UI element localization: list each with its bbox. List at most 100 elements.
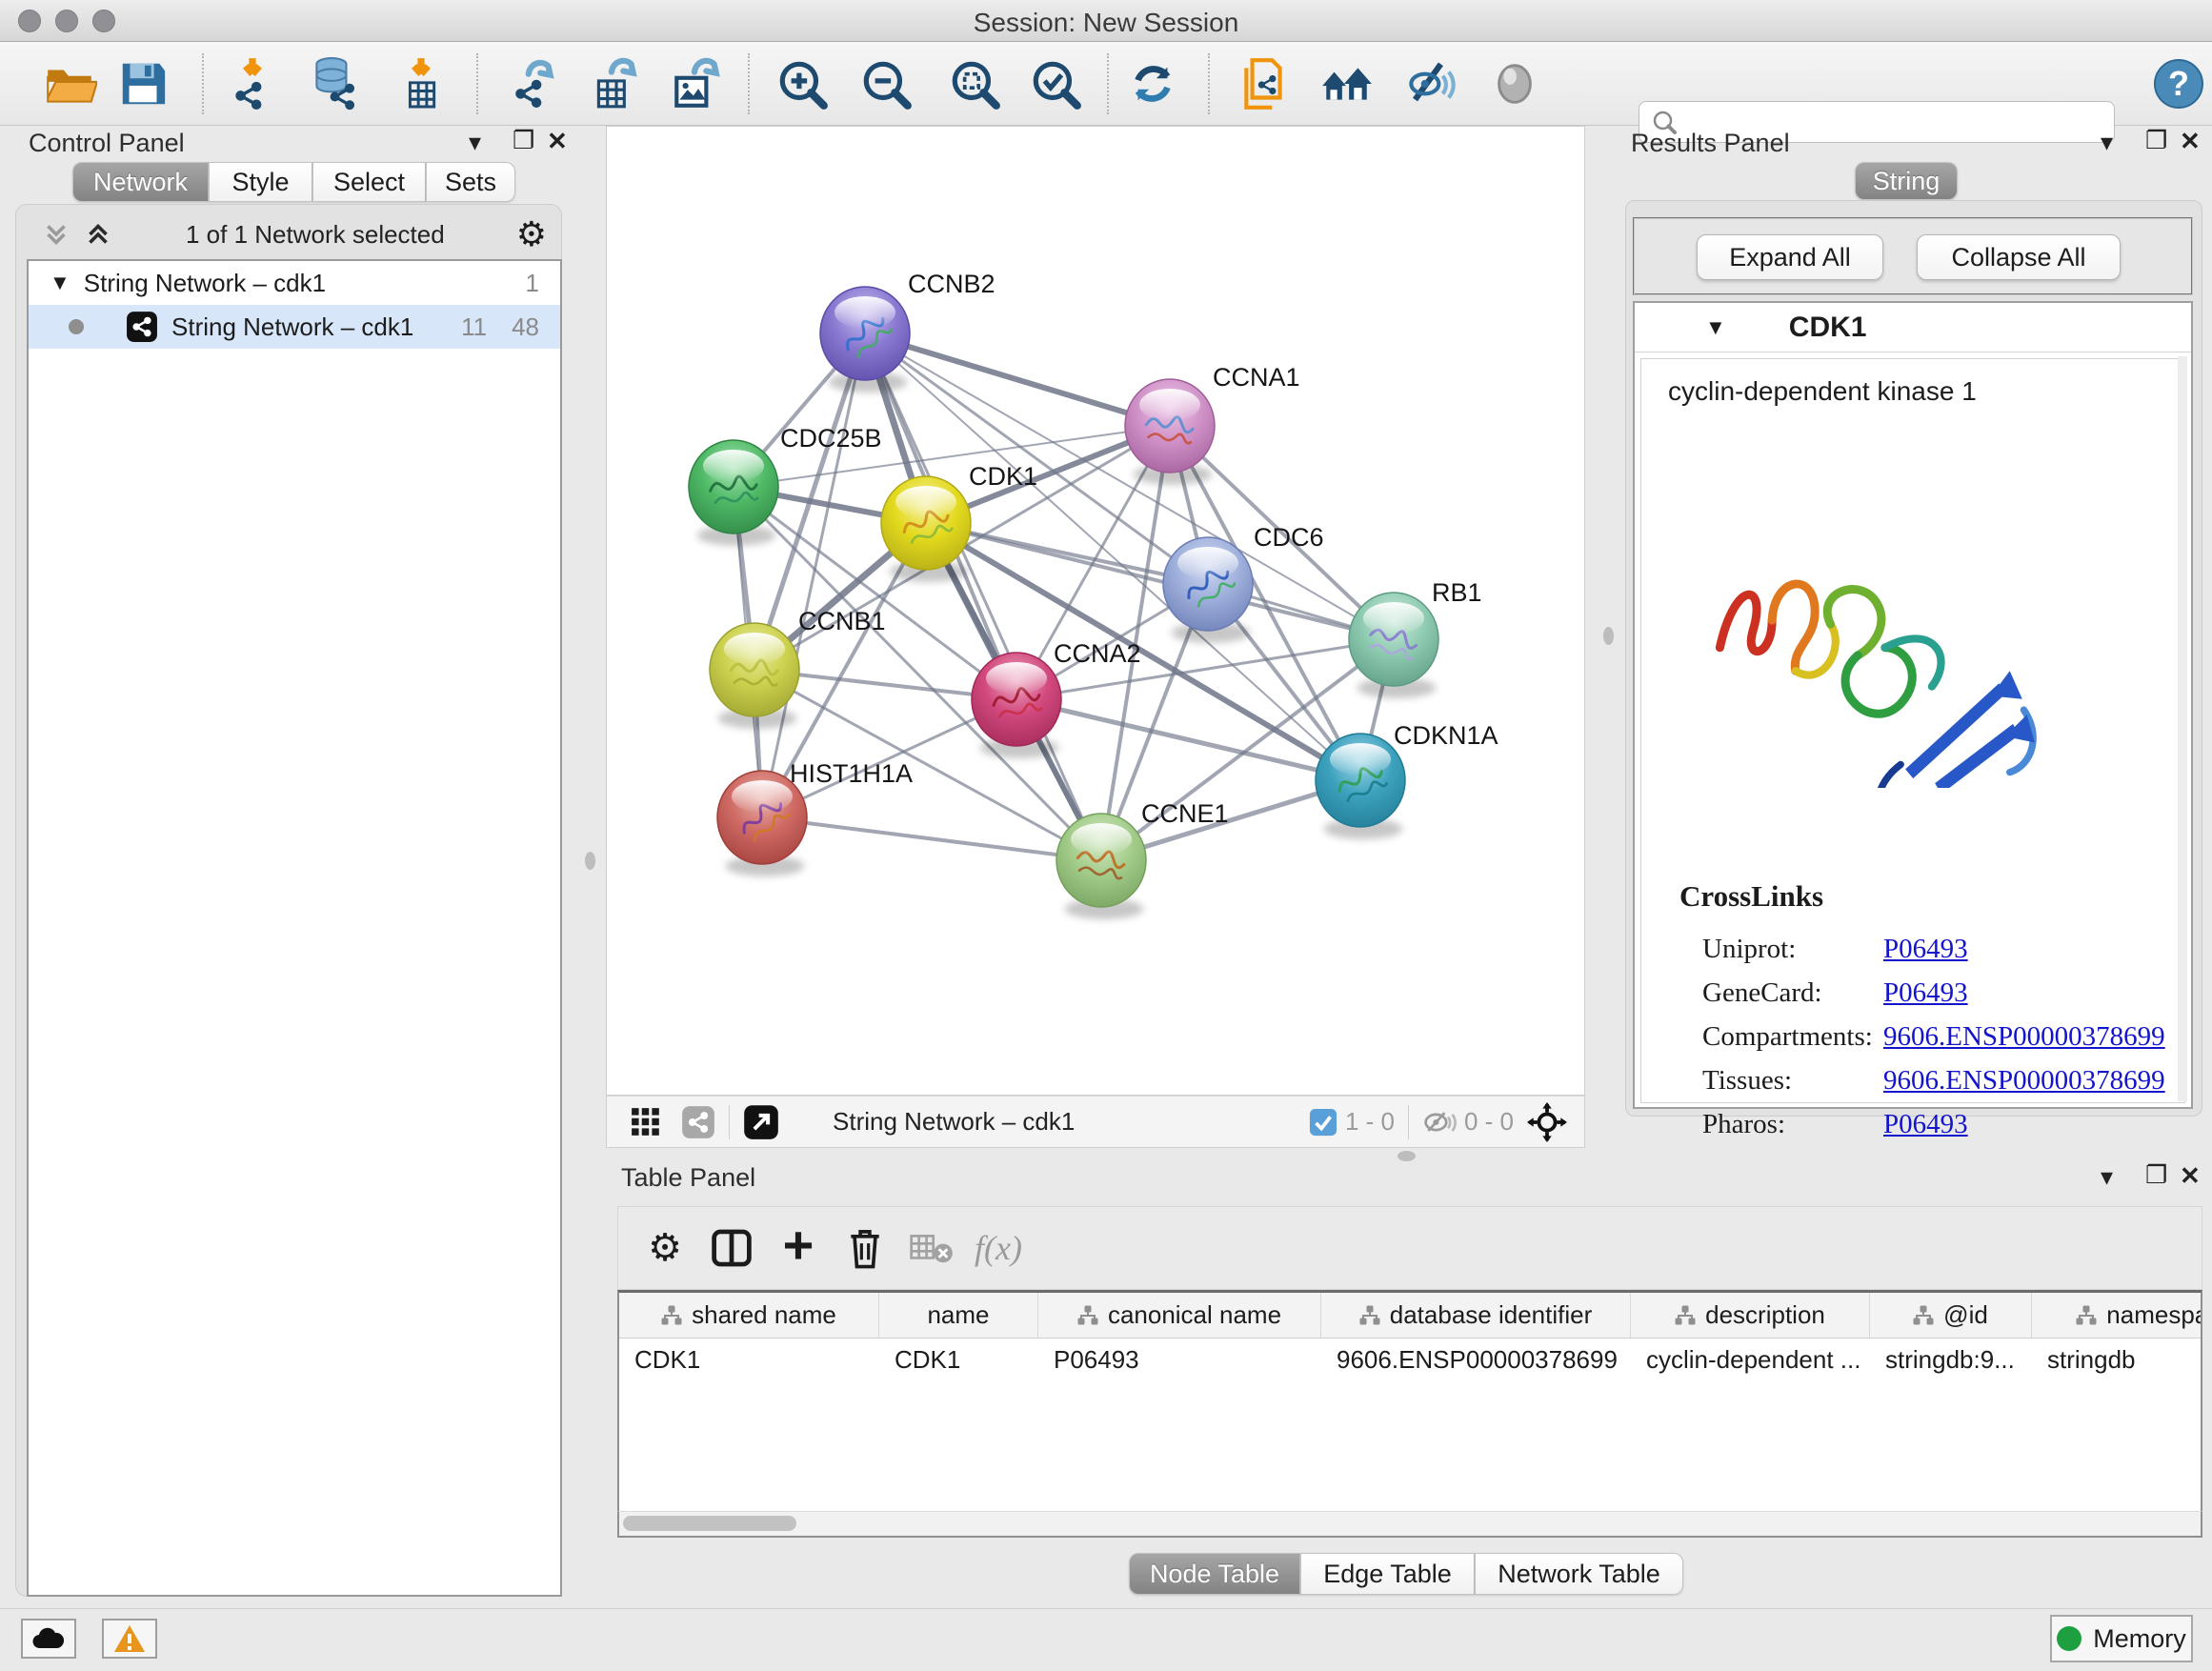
export-image-button[interactable] (666, 53, 727, 114)
export-view-icon[interactable] (743, 1104, 779, 1140)
fit-content-crosshair-icon[interactable] (1527, 1102, 1567, 1142)
tab-node-table[interactable]: Node Table (1129, 1553, 1300, 1595)
network-collection-row[interactable]: ▼ String Network – cdk1 1 (29, 261, 560, 305)
column-header-description[interactable]: description (1631, 1293, 1870, 1338)
save-session-button[interactable] (112, 53, 173, 114)
cell-name[interactable]: CDK1 (879, 1339, 1038, 1380)
add-column-icon[interactable]: + (765, 1219, 832, 1277)
export-network-button[interactable] (504, 53, 565, 114)
crosslink-link[interactable]: P06493 (1883, 934, 1968, 965)
cloud-status-button[interactable] (21, 1619, 76, 1659)
node-CCNA1[interactable] (1125, 379, 1215, 485)
column-header-@id[interactable]: @id (1870, 1293, 2032, 1338)
warning-status-button[interactable] (102, 1619, 157, 1659)
node-CCNB2[interactable] (820, 287, 910, 393)
column-label: name (927, 1300, 989, 1330)
delete-table-icon[interactable] (898, 1219, 965, 1277)
export-table-button[interactable] (585, 53, 646, 114)
expand-all-networks-icon[interactable] (82, 218, 114, 251)
column-header-shared-name[interactable]: shared name (619, 1293, 879, 1338)
float-panel-icon[interactable]: ❐ (2145, 1162, 2167, 1187)
import-table-button[interactable] (391, 53, 452, 114)
table-row[interactable]: CDK1CDK1P064939606.ENSP00000378699cyclin… (619, 1339, 2201, 1380)
zoom-selected-button[interactable] (1025, 53, 1086, 114)
cell-@id[interactable]: stringdb:9... (1870, 1339, 2032, 1380)
crosslink-link[interactable]: 9606.ENSP00000378699 (1883, 1065, 2165, 1097)
cell-shared-name[interactable]: CDK1 (619, 1339, 879, 1380)
right-splitter-handle[interactable] (1603, 627, 1614, 645)
refresh-button[interactable] (1122, 53, 1183, 114)
float-panel-icon[interactable]: ❐ (2145, 128, 2167, 152)
gray-shell-button[interactable] (1484, 53, 1545, 114)
network-canvas[interactable]: CCNB2CCNA1CDC25BCDK1CDC6RB1CCNB1CCNA2CDK… (606, 126, 1585, 1096)
crosslink-link[interactable]: P06493 (1883, 1109, 1968, 1140)
node-CCNE1[interactable] (1056, 814, 1146, 919)
node-CDC6[interactable] (1163, 537, 1253, 643)
hidden-count: 0 - 0 (1464, 1107, 1514, 1137)
node-CCNB1[interactable] (710, 623, 799, 729)
tab-style[interactable]: Style (209, 162, 312, 202)
edge-CCNB2-CCNA1[interactable] (865, 333, 1170, 426)
zoom-in-button[interactable] (772, 53, 833, 114)
scrollbar-thumb[interactable] (623, 1516, 796, 1531)
column-header-database-identifier[interactable]: database identifier (1321, 1293, 1631, 1338)
string-home-button[interactable] (1316, 53, 1377, 114)
network-view-icon[interactable] (681, 1105, 715, 1139)
column-header-namespace[interactable]: namespace (2032, 1293, 2202, 1338)
collection-expand-icon[interactable]: ▼ (50, 271, 70, 295)
expand-all-button[interactable]: Expand All (1697, 234, 1883, 280)
table-horizontal-scrollbar[interactable] (617, 1511, 2202, 1538)
float-menu-icon[interactable]: ▾ (469, 130, 481, 154)
zoom-out-button[interactable] (855, 53, 916, 114)
network-options-gear-icon[interactable]: ⚙ (516, 214, 547, 254)
edge-HIST1H1A-CCNE1[interactable] (762, 817, 1101, 860)
cell-namespace[interactable]: stringdb (2032, 1339, 2202, 1380)
cell-description[interactable]: cyclin-dependent ... (1631, 1339, 1870, 1380)
close-panel-icon[interactable]: ✕ (2180, 129, 2201, 153)
show-columns-icon[interactable] (698, 1219, 765, 1277)
tab-sets[interactable]: Sets (426, 162, 515, 202)
gene-header-row[interactable]: ▼ CDK1 (1635, 303, 2191, 352)
column-header-name[interactable]: name (879, 1293, 1038, 1338)
column-header-canonical-name[interactable]: canonical name (1038, 1293, 1321, 1338)
tab-select[interactable]: Select (312, 162, 426, 202)
cell-canonical-name[interactable]: P06493 (1038, 1339, 1321, 1380)
delete-column-icon[interactable] (832, 1219, 898, 1277)
hidden-eye-icon[interactable] (1422, 1108, 1457, 1137)
float-panel-icon[interactable]: ❐ (513, 128, 534, 152)
float-menu-icon[interactable]: ▾ (2101, 130, 2113, 154)
crosslink-link[interactable]: P06493 (1883, 977, 1968, 1009)
zoom-fit-button[interactable] (944, 53, 1005, 114)
collapse-all-button[interactable]: Collapse All (1917, 234, 2121, 280)
node-RB1[interactable] (1349, 593, 1438, 698)
close-panel-icon[interactable]: ✕ (547, 129, 568, 153)
help-button[interactable]: ? (2148, 53, 2209, 114)
node-label-CDC6: CDC6 (1254, 523, 1324, 552)
tab-network[interactable]: Network (72, 162, 209, 202)
tab-network-table[interactable]: Network Table (1475, 1553, 1683, 1595)
clone-network-button[interactable] (1234, 53, 1295, 114)
enhanced-labels-button[interactable] (1398, 53, 1459, 114)
open-session-button[interactable] (39, 53, 100, 114)
node-CDC25B[interactable] (689, 440, 778, 546)
selected-checkbox-icon[interactable] (1309, 1108, 1337, 1137)
results-scrollbar[interactable] (2178, 356, 2187, 1101)
node-CDKN1A[interactable] (1316, 734, 1405, 839)
tab-edge-table[interactable]: Edge Table (1300, 1553, 1475, 1595)
node-CDK1[interactable] (881, 476, 971, 582)
gene-collapse-icon[interactable]: ▼ (1705, 315, 1726, 340)
import-network-button[interactable] (222, 53, 283, 114)
memory-button[interactable]: Memory (2050, 1615, 2193, 1662)
left-splitter-handle[interactable] (585, 852, 595, 870)
close-panel-icon[interactable]: ✕ (2180, 1163, 2201, 1188)
collapse-all-networks-icon[interactable] (40, 218, 72, 251)
cell-database-identifier[interactable]: 9606.ENSP00000378699 (1321, 1339, 1631, 1380)
float-menu-icon[interactable]: ▾ (2101, 1164, 2113, 1189)
birds-eye-view-icon[interactable] (630, 1106, 662, 1138)
tab-string[interactable]: String (1855, 162, 1958, 200)
import-network-from-database-button[interactable] (303, 53, 364, 114)
table-settings-gear-icon[interactable]: ⚙ (632, 1219, 698, 1277)
function-builder-icon[interactable]: f(x) (965, 1219, 1032, 1277)
network-row[interactable]: String Network – cdk1 11 48 (29, 305, 560, 349)
crosslink-link[interactable]: 9606.ENSP00000378699 (1883, 1021, 2165, 1053)
